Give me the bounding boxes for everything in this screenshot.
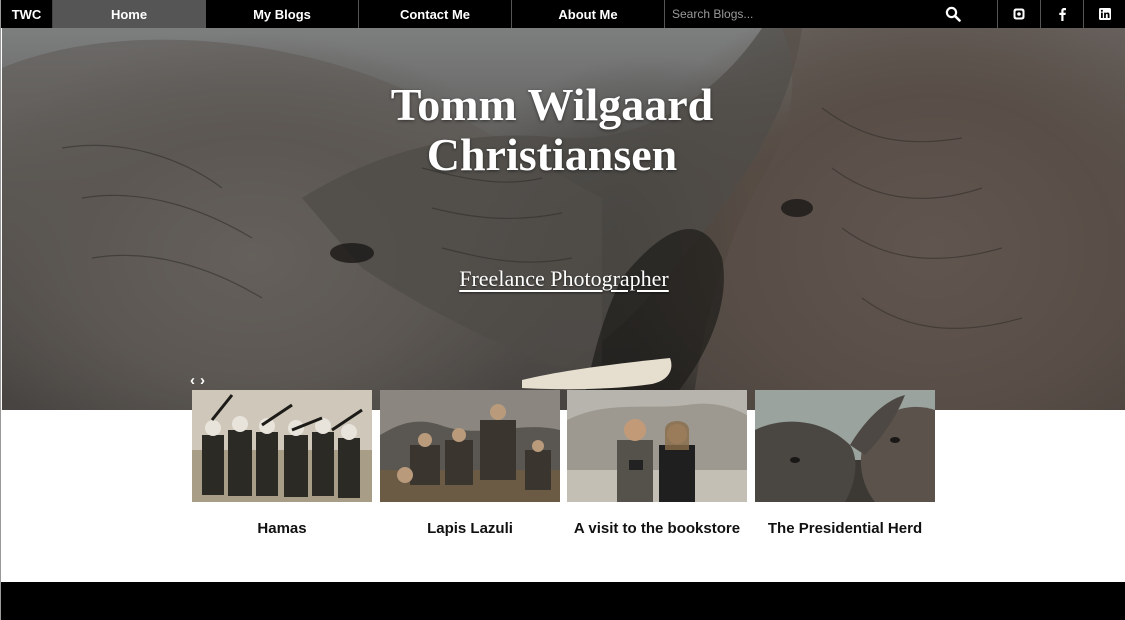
footer-bar <box>1 582 1125 620</box>
search-input[interactable] <box>665 0 944 28</box>
card-thumbnail[interactable] <box>192 390 372 502</box>
search-box <box>665 0 998 28</box>
search-icon[interactable] <box>945 6 961 22</box>
facebook-icon <box>1059 8 1066 21</box>
top-navbar: TWC Home My Blogs Contact Me About Me <box>1 0 1125 28</box>
carousel-prev-button[interactable]: ‹ <box>190 372 195 389</box>
nav-contact-me[interactable]: Contact Me <box>359 0 512 28</box>
card-caption[interactable]: The Presidential Herd <box>755 520 935 537</box>
hero-banner: Tomm Wilgaard Christiansen Freelance Pho… <box>2 28 1125 410</box>
nav-about-me[interactable]: About Me <box>512 0 665 28</box>
hero-subtitle[interactable]: Freelance Photographer <box>402 266 726 292</box>
carousel-next-button[interactable]: › <box>200 372 205 389</box>
instagram-link[interactable] <box>998 0 1041 28</box>
linkedin-link[interactable] <box>1084 0 1125 28</box>
nav-my-blogs[interactable]: My Blogs <box>206 0 359 28</box>
blog-card-hamas[interactable]: Hamas <box>192 390 372 537</box>
card-thumbnail[interactable] <box>755 390 935 502</box>
brand-logo[interactable]: TWC <box>1 0 53 28</box>
blog-card-lapis-lazuli[interactable]: Lapis Lazuli <box>380 390 560 537</box>
card-caption[interactable]: Hamas <box>192 520 372 537</box>
hero-title-line2: Christiansen <box>426 129 678 180</box>
card-thumbnail[interactable] <box>380 390 560 502</box>
hero-title: Tomm Wilgaard Christiansen <box>302 80 802 180</box>
card-thumbnail[interactable] <box>567 390 747 502</box>
facebook-link[interactable] <box>1041 0 1084 28</box>
card-caption[interactable]: A visit to the bookstore <box>567 520 747 537</box>
carousel-controls: ‹ › <box>190 372 205 389</box>
nav-home[interactable]: Home <box>53 0 206 28</box>
blog-card-bookstore[interactable]: A visit to the bookstore <box>567 390 747 537</box>
hero-title-line1: Tomm Wilgaard <box>390 79 714 130</box>
card-caption[interactable]: Lapis Lazuli <box>380 520 560 537</box>
blog-card-presidential-herd[interactable]: The Presidential Herd <box>755 390 935 537</box>
instagram-icon <box>1013 8 1025 20</box>
linkedin-icon <box>1099 8 1111 20</box>
